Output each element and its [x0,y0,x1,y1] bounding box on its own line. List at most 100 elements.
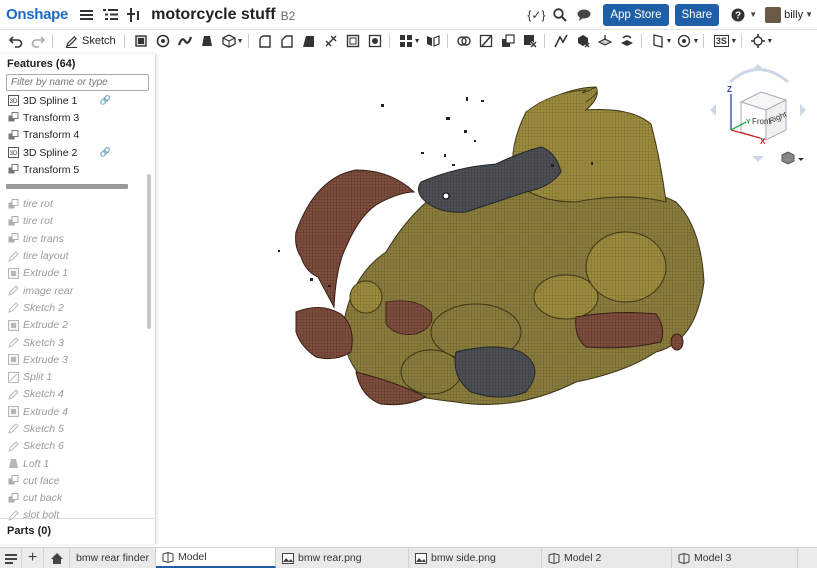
user-dropdown-icon[interactable]: ▼ [805,10,813,19]
shell-icon[interactable] [343,32,363,50]
plane-dropdown-icon[interactable]: ▼ [666,38,673,45]
rib-icon[interactable] [321,32,341,50]
feature-item-rolled-back[interactable]: tire layout [0,247,148,264]
link-icon[interactable]: 🔗 [100,147,111,158]
redo-icon[interactable] [28,32,48,50]
modify-fillet-icon[interactable] [551,32,571,50]
onshape-logo[interactable]: Onshape [6,6,68,23]
search-icon[interactable] [551,6,569,24]
tab-manager-icon[interactable] [0,548,22,568]
hole-icon[interactable] [365,32,385,50]
split-icon[interactable] [476,32,496,50]
fillet-icon[interactable] [255,32,275,50]
delete-part-icon[interactable] [520,32,540,50]
feature-list-icon[interactable] [101,6,119,24]
comments-icon[interactable] [575,6,593,24]
tab-model[interactable]: Model [156,548,276,568]
feature-item-rolled-back[interactable]: image rear [0,282,148,299]
tab-model-3[interactable]: Model 3 [672,548,798,568]
feature-item-rolled-back[interactable]: Loft 1 [0,455,148,472]
move-face-icon[interactable] [595,32,615,50]
feature-item-rolled-back[interactable]: Sketch 4 [0,386,148,403]
feature-scrollbar[interactable] [147,174,151,329]
custom-features-icon[interactable] [748,32,768,50]
share-button[interactable]: Share [674,3,720,26]
feature-item-rolled-back[interactable]: Sketch 5 [0,420,148,437]
delete-face-icon[interactable] [573,32,593,50]
tab-bar: + bmw rear finder Model bmw rear.png bmw si… [0,547,817,568]
feature-item-rolled-back[interactable]: tire rot [0,195,148,212]
part-studio-icon [678,552,694,564]
rollback-bar[interactable] [6,184,128,190]
parts-header[interactable]: Parts (0) [0,518,156,542]
axis-y-label: Y [746,119,751,126]
pattern-icon[interactable] [396,32,416,50]
feature-item-rolled-back[interactable]: tire trans [0,230,148,247]
tab-bmw-side-png[interactable]: bmw side.png [409,548,542,568]
sweep-icon[interactable] [175,32,195,50]
thicken-icon[interactable] [219,32,239,50]
feature-item-rolled-back[interactable]: cut face [0,472,148,489]
transform-icon [8,233,19,244]
transform-icon [8,475,19,486]
revolve-icon[interactable] [153,32,173,50]
pattern-dropdown-icon[interactable]: ▼ [414,38,421,45]
mate-connector-icon[interactable] [674,32,694,50]
undo-icon[interactable] [6,32,26,50]
tab-bmw-rear-png[interactable]: bmw rear.png [276,548,409,568]
feature-item[interactable]: Transform 5 [0,161,148,178]
extrude-icon[interactable] [131,32,151,50]
replace-face-icon[interactable] [617,32,637,50]
tab-label: bmw side.png [431,552,496,564]
sketch-icon [8,337,19,348]
sketch-button[interactable]: Sketch [61,35,120,48]
feature-item[interactable]: Transform 3 [0,109,148,126]
variables-icon[interactable]: {✓} [527,6,545,24]
feature-item-rolled-back[interactable]: Sketch 6 [0,438,148,455]
svg-text:?: ? [735,10,741,21]
chamfer-icon[interactable] [277,32,297,50]
feature-item[interactable]: 3D 3D Spline 2 🔗 [0,144,148,161]
avatar[interactable] [765,6,782,23]
feature-item[interactable]: Transform 4 [0,127,148,144]
feature-label: Extrude 1 [23,267,68,280]
app-store-button[interactable]: App Store [603,3,669,26]
threads-icon[interactable]: 3S [710,32,732,50]
feature-item[interactable]: 3D 3D Spline 1 🔗 [0,92,148,109]
feature-item-rolled-back[interactable]: cut back [0,490,148,507]
help-icon[interactable]: ? [729,6,747,24]
feature-item-rolled-back[interactable]: Extrude 3 [0,351,148,368]
loft-icon[interactable] [197,32,217,50]
home-icon[interactable] [44,548,70,568]
axis-x-label: X [760,137,766,146]
custom-dropdown-icon[interactable]: ▼ [766,38,773,45]
help-dropdown-icon[interactable]: ▼ [749,10,757,19]
add-tab-icon[interactable]: + [22,548,44,568]
document-title[interactable]: motorcycle stuff [151,6,275,24]
menu-icon[interactable] [77,6,95,24]
boolean-icon[interactable] [454,32,474,50]
insert-icon[interactable] [125,6,143,24]
user-name[interactable]: billy [784,9,803,21]
document-version[interactable]: B2 [281,9,296,23]
view-cube[interactable]: Front Right Z X Y [708,62,808,167]
draft-icon[interactable] [299,32,319,50]
feature-item-rolled-back[interactable]: Extrude 4 [0,403,148,420]
feature-filter-input[interactable] [6,74,149,91]
mirror-icon[interactable] [423,32,443,50]
mate-dropdown-icon[interactable]: ▼ [692,38,699,45]
feature-item-rolled-back[interactable]: tire rot [0,213,148,230]
feature-item-rolled-back[interactable]: Sketch 3 [0,334,148,351]
tab-model-2[interactable]: Model 2 [542,548,672,568]
threads-dropdown-icon[interactable]: ▼ [730,38,737,45]
thicken-dropdown-icon[interactable]: ▼ [237,38,244,45]
feature-label: tire trans [23,232,64,245]
feature-item-rolled-back[interactable]: Split 1 [0,368,148,385]
feature-item-rolled-back[interactable]: Extrude 2 [0,317,148,334]
link-icon[interactable]: 🔗 [100,95,111,106]
plane-icon[interactable] [648,32,668,50]
tab-bmw-rear-finder[interactable]: bmw rear finder [70,548,156,568]
feature-item-rolled-back[interactable]: Sketch 2 [0,299,148,316]
feature-item-rolled-back[interactable]: Extrude 1 [0,265,148,282]
transform-icon[interactable] [498,32,518,50]
